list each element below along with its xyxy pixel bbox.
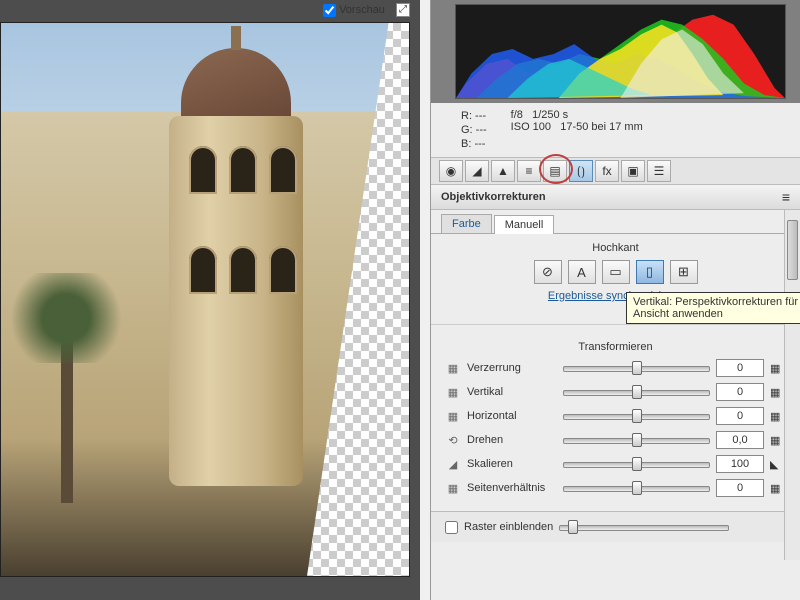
panel-menu-icon[interactable]: ≡ <box>782 189 790 205</box>
tool-presets-icon[interactable]: ☰ <box>647 160 671 182</box>
tool-fx-icon[interactable]: fx <box>595 160 619 182</box>
slider-icon: ▦ <box>445 384 461 400</box>
tool-curve-icon[interactable]: ◢ <box>465 160 489 182</box>
slider-label: Verzerrung <box>467 362 557 374</box>
slider-value-verzerrung[interactable] <box>716 359 764 377</box>
slider-icon: ⟲ <box>445 432 461 448</box>
meta-aperture: f/8 <box>511 109 523 121</box>
slider-label: Drehen <box>467 434 557 446</box>
slider-label: Horizontal <box>467 410 557 422</box>
meta-b: B: --- <box>461 137 487 151</box>
tool-basic-icon[interactable]: ◉ <box>439 160 463 182</box>
slider-value-skalieren[interactable] <box>716 455 764 473</box>
tool-hsl-icon[interactable]: ≡ <box>517 160 541 182</box>
slider-label: Vertikal <box>467 386 557 398</box>
slider-icon: ▦ <box>445 480 461 496</box>
preview-label-text: Vorschau <box>339 4 385 16</box>
meta-iso: ISO 100 <box>511 121 551 133</box>
tool-lens-icon[interactable]: ⟮⟯ <box>569 160 593 182</box>
slider-label: Skalieren <box>467 458 557 470</box>
slider-value-horizontal[interactable] <box>716 407 764 425</box>
slider-skalieren[interactable] <box>563 455 710 473</box>
image-canvas[interactable] <box>0 22 410 577</box>
upright-off-button[interactable]: ⊘ <box>534 260 562 284</box>
slider-drehen[interactable] <box>563 431 710 449</box>
slider-vertikal[interactable] <box>563 383 710 401</box>
slider-icon: ▦ <box>445 408 461 424</box>
upright-vertical-button[interactable]: ▯ <box>636 260 664 284</box>
upright-full-button[interactable]: ⊞ <box>670 260 698 284</box>
upright-heading: Hochkant <box>445 242 786 254</box>
meta-g: G: --- <box>461 123 487 137</box>
meta-shutter: 1/250 s <box>532 109 568 121</box>
meta-lens: 17-50 bei 17 mm <box>560 121 643 133</box>
grid-checkbox[interactable] <box>445 521 458 534</box>
slider-value-vertikal[interactable] <box>716 383 764 401</box>
panel-toolbar: ◉ ◢ ▲ ≡ ▤ ⟮⟯ fx ▣ ☰ <box>431 157 800 185</box>
slider-horizontal[interactable] <box>563 407 710 425</box>
slider-icon: ◢ <box>445 456 461 472</box>
meta-r: R: --- <box>461 109 487 123</box>
grid-size-slider[interactable] <box>559 518 729 536</box>
scrollbar-vertical[interactable] <box>784 210 800 560</box>
tab-manual[interactable]: Manuell <box>494 215 555 234</box>
grid-label: Raster einblenden <box>464 521 553 533</box>
preview-checkbox[interactable] <box>323 4 336 17</box>
slider-value-seitenverhältnis[interactable] <box>716 479 764 497</box>
slider-seitenverhältnis[interactable] <box>563 479 710 497</box>
tool-camera-icon[interactable]: ▣ <box>621 160 645 182</box>
photo-preview <box>1 23 409 576</box>
tool-detail-icon[interactable]: ▲ <box>491 160 515 182</box>
slider-label: Seitenverhältnis <box>467 482 557 494</box>
tool-split-icon[interactable]: ▤ <box>543 160 567 182</box>
metadata-readout: R: --- G: --- B: --- f/8 1/250 s ISO 100… <box>431 103 800 157</box>
slider-value-drehen[interactable] <box>716 431 764 449</box>
tab-color[interactable]: Farbe <box>441 214 492 233</box>
expand-icon[interactable]: ⤢ <box>396 3 410 17</box>
upright-level-button[interactable]: ▭ <box>602 260 630 284</box>
upright-auto-button[interactable]: A <box>568 260 596 284</box>
tooltip: Vertikal: Perspektivkorrekturen für Ansi… <box>626 292 800 324</box>
slider-verzerrung[interactable] <box>563 359 710 377</box>
panel-title: Objektivkorrekturen <box>441 191 546 203</box>
histogram[interactable] <box>455 4 786 99</box>
preview-checkbox-label[interactable]: Vorschau <box>323 4 385 16</box>
transform-heading: Transformieren <box>445 341 786 353</box>
slider-icon: ▦ <box>445 360 461 376</box>
